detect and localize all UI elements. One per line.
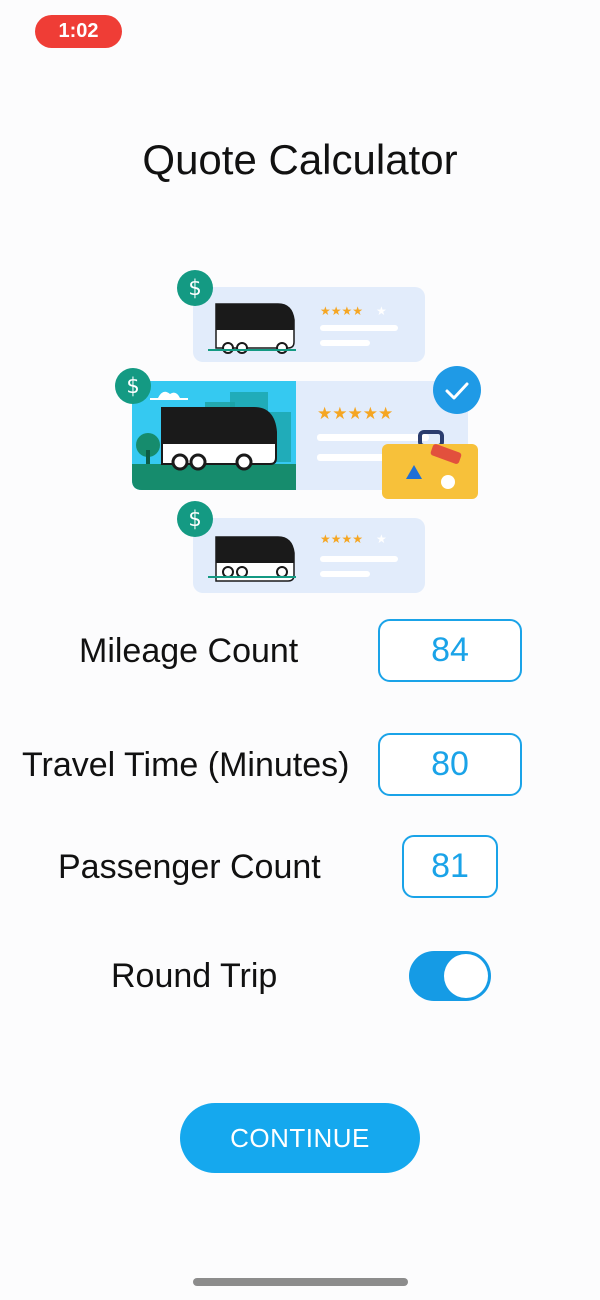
- toggle-knob: [444, 954, 488, 998]
- home-indicator[interactable]: [193, 1278, 408, 1286]
- round-trip-toggle[interactable]: [409, 951, 491, 1001]
- svg-text:$: $: [126, 374, 139, 398]
- svg-text:★★★★: ★★★★: [320, 304, 363, 318]
- bottom-dollar-icon: $: [177, 501, 213, 537]
- passenger-label: Passenger Count: [58, 848, 321, 886]
- top-dollar-icon: $: [177, 270, 213, 306]
- status-time: 1:02: [35, 15, 122, 48]
- svg-text:★★★★★: ★★★★★: [317, 404, 393, 424]
- bottom-bus-icon: [208, 536, 296, 582]
- status-time-text: 1:02: [58, 20, 99, 42]
- travel-time-label: Travel Time (Minutes): [22, 746, 350, 784]
- top-card-stars: ★★★★ ★: [320, 304, 387, 318]
- quote-calculator-screen: 1:02 Quote Calculator ★★★★ ★ $ ★★★★★ $ ★…: [0, 0, 600, 1300]
- middle-quote-card: ★★★★★ $: [115, 366, 481, 499]
- mileage-label: Mileage Count: [79, 632, 299, 670]
- bottom-card-stars: ★★★★ ★: [320, 532, 387, 546]
- continue-label: CONTINUE: [230, 1122, 370, 1153]
- svg-text:★: ★: [376, 304, 387, 318]
- middle-card-stars: ★★★★★: [317, 404, 393, 424]
- travel-time-input[interactable]: [378, 733, 522, 796]
- middle-dollar-icon: $: [115, 368, 151, 404]
- page-title: Quote Calculator: [142, 136, 458, 183]
- mileage-input[interactable]: [378, 619, 522, 682]
- bus-quotes-illustration: ★★★★ ★ $ ★★★★★ $ ★★★★ ★ $: [115, 270, 481, 593]
- passenger-input[interactable]: [402, 835, 498, 898]
- top-bus-icon: [208, 303, 296, 354]
- top-quote-card: ★★★★ ★ $: [177, 270, 425, 362]
- svg-text:$: $: [188, 276, 201, 300]
- svg-text:★: ★: [376, 532, 387, 546]
- continue-button[interactable]: CONTINUE: [180, 1103, 420, 1173]
- check-icon: [433, 366, 481, 414]
- svg-text:★★★★: ★★★★: [320, 532, 363, 546]
- middle-bus-icon: [161, 407, 277, 471]
- bottom-quote-card: ★★★★ ★ $: [177, 501, 425, 593]
- round-trip-label: Round Trip: [111, 957, 278, 995]
- svg-text:$: $: [188, 507, 201, 531]
